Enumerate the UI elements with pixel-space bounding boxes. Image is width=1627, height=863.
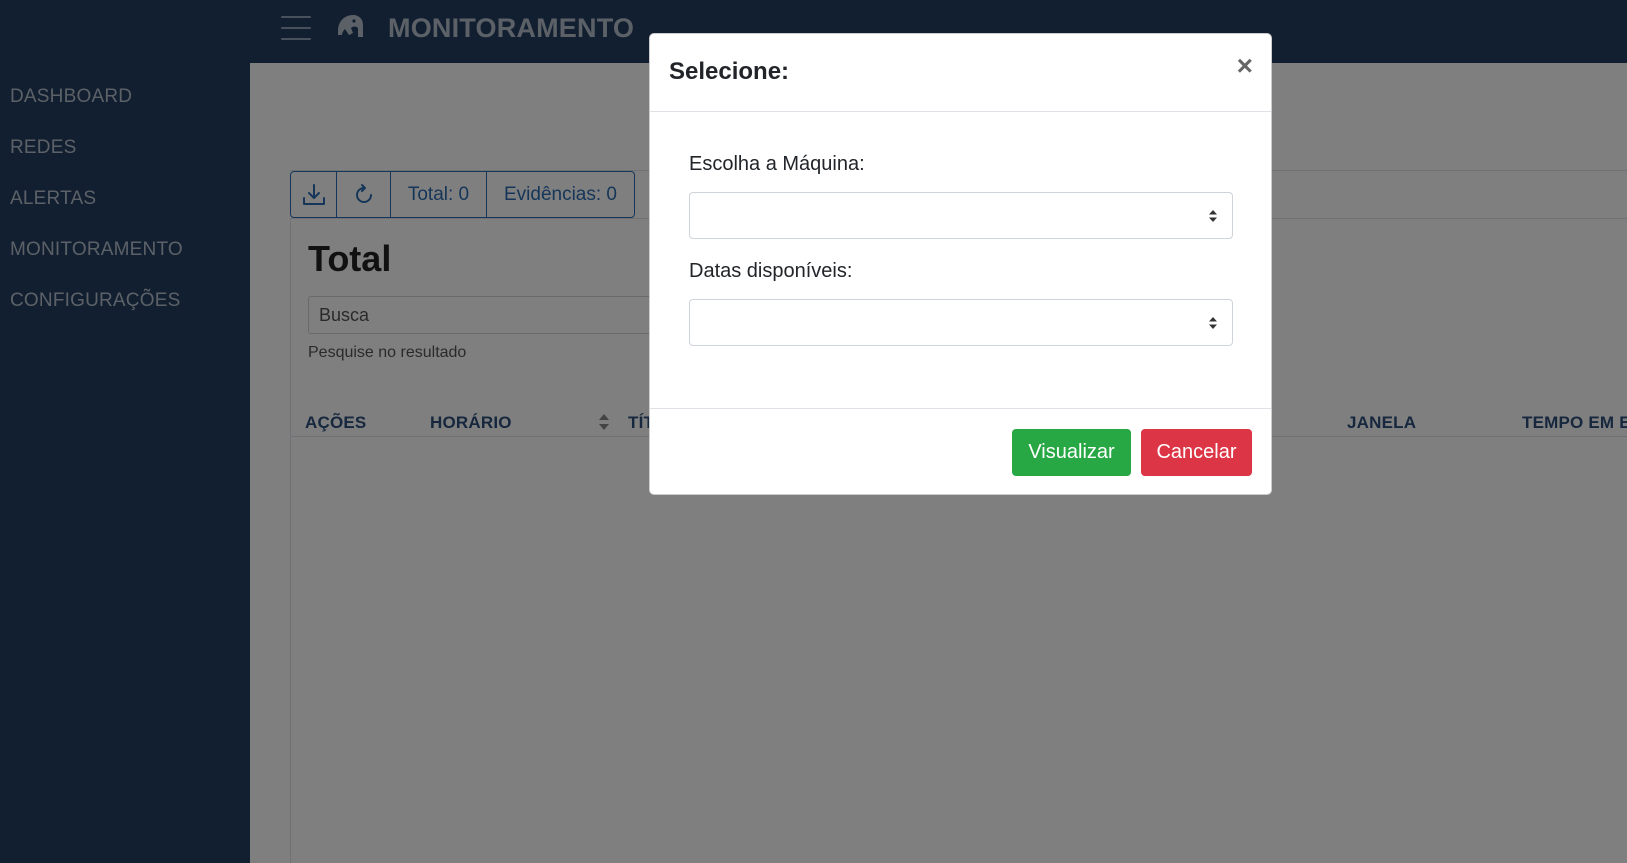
app-root: MONITORAMENTO DASHBOARD REDES ALERTAS MO…: [0, 0, 1627, 863]
select-arrows-icon: [1209, 210, 1217, 222]
dates-select-label: Datas disponíveis:: [689, 260, 853, 282]
select-dialog: Selecione: × Escolha a Máquina: Datas di…: [649, 33, 1272, 495]
close-icon[interactable]: ×: [1237, 52, 1253, 80]
modal-title: Selecione:: [669, 58, 790, 85]
modal-header: Selecione: ×: [650, 34, 1271, 112]
dates-select[interactable]: [689, 299, 1233, 346]
cancelar-button[interactable]: Cancelar: [1141, 429, 1252, 476]
machine-select-label: Escolha a Máquina:: [689, 153, 865, 175]
machine-select[interactable]: [689, 192, 1233, 239]
visualizar-button[interactable]: Visualizar: [1012, 429, 1131, 476]
modal-footer: Visualizar Cancelar: [650, 408, 1271, 496]
select-arrows-icon: [1209, 317, 1217, 329]
